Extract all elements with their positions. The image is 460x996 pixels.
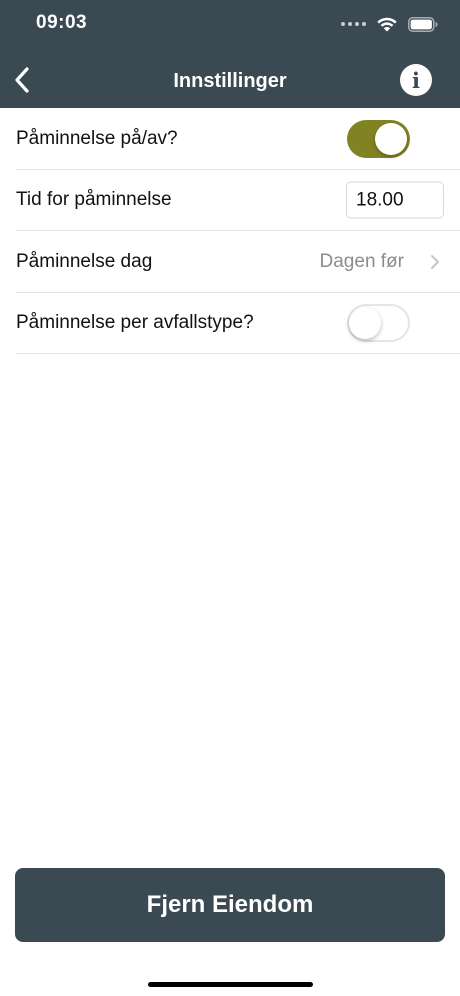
home-indicator [148,982,313,987]
battery-icon [408,16,438,32]
signal-dots-icon [341,22,366,26]
status-icons [341,14,438,34]
reminder-toggle-label: Påminnelse på/av? [16,127,178,149]
switch-knob [349,307,381,340]
navigation-bar: Innstillinger i [0,52,460,108]
reminder-toggle-switch[interactable] [347,119,410,158]
setting-row-reminder-day[interactable]: Påminnelse dag Dagen før [0,231,460,293]
switch-knob [375,122,407,155]
setting-row-reminder-time: Tid for påminnelse [0,170,460,232]
header-bar: 09:03 Innstillinger i [0,0,460,108]
info-icon: i [412,67,420,93]
wifi-icon [377,17,397,32]
chevron-right-icon [428,253,442,271]
reminder-time-label: Tid for påminnelse [16,189,172,211]
info-button[interactable]: i [400,64,432,96]
per-waste-type-label: Påminnelse per avfallstype? [16,312,254,334]
page-title: Innstillinger [173,70,287,92]
settings-list: Påminnelse på/av? Tid for påminnelse Påm… [0,108,460,354]
reminder-day-value: Dagen før [319,250,404,272]
status-time: 09:03 [36,12,88,33]
reminder-time-input[interactable] [346,181,444,219]
reminder-day-label: Påminnelse dag [16,250,153,272]
per-waste-type-switch[interactable] [347,304,410,343]
status-bar: 09:03 [0,0,460,50]
setting-row-per-waste-type: Påminnelse per avfallstype? [0,293,460,355]
remove-property-button[interactable]: Fjern Eiendom [15,868,445,942]
setting-row-reminder-toggle: Påminnelse på/av? [0,108,460,170]
